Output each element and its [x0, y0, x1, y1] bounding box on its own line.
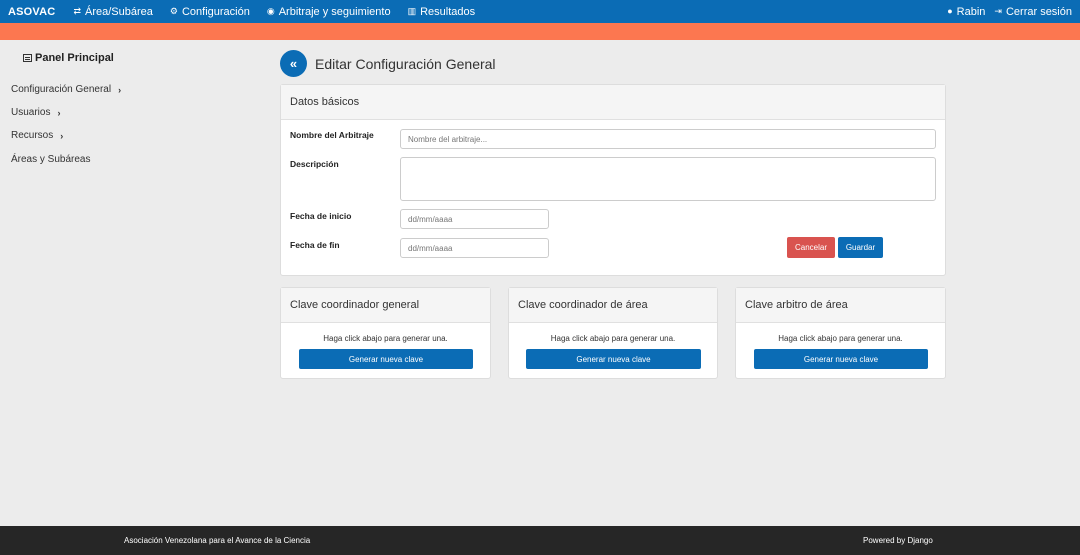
chevron-right-icon: › [118, 84, 122, 95]
user-menu[interactable]: ● Rabin [947, 6, 985, 18]
key-card-arbitro-area: Clave arbitro de área Haga click abajo p… [735, 287, 946, 379]
card-header: Clave arbitro de área [736, 288, 945, 323]
sidebar-item-areas-subareas[interactable]: Áreas y Subáreas [11, 154, 91, 165]
cogs-icon: ⚙ [169, 6, 178, 16]
basic-data-card: Datos básicos Nombre del Arbitraje Nombr… [280, 84, 946, 276]
sidebar-item-label: Áreas y Subáreas [11, 154, 91, 165]
cancel-button[interactable]: Cancelar [787, 237, 835, 258]
save-button[interactable]: Guardar [838, 237, 883, 258]
sidebar-item-usuarios[interactable]: Usuarios › [11, 107, 60, 118]
footer-organization: Asociación Venezolana para el Avance de … [124, 536, 311, 545]
generate-key-button[interactable]: Generar nueva clave [754, 349, 928, 369]
sidebar-item-label: Usuarios [11, 107, 51, 118]
bar-chart-icon: ▥ [407, 6, 417, 16]
key-hint-text: Haga click abajo para generar una. [778, 334, 903, 343]
logout-label: Cerrar sesión [1005, 5, 1072, 18]
key-card-coordinador-area: Clave coordinador de área Haga click aba… [508, 287, 718, 379]
key-card-coordinador-general: Clave coordinador general Haga click aba… [280, 287, 491, 379]
key-hint-text: Haga click abajo para generar una. [323, 334, 448, 343]
user-name: Rabin [956, 5, 986, 18]
description-label: Descripción [290, 159, 339, 169]
chevron-right-icon: › [57, 107, 61, 118]
nav-resultados[interactable]: ▥ Resultados [408, 6, 476, 18]
end-date-input[interactable]: dd/mm/aaaa [400, 238, 549, 258]
brand-link[interactable]: ASOVAC [8, 6, 55, 18]
card-header: Clave coordinador general [281, 288, 490, 323]
accent-bar [0, 23, 1080, 40]
start-date-label: Fecha de inicio [290, 211, 352, 221]
description-textarea[interactable] [400, 157, 936, 201]
user-icon: ● [947, 6, 953, 16]
generate-key-button[interactable]: Generar nueva clave [299, 349, 473, 369]
page-title: Editar Configuración General [315, 56, 496, 72]
nav-configuracion[interactable]: ⚙ Configuración [170, 6, 250, 18]
card-header: Clave coordinador de área [509, 288, 717, 323]
top-navbar: ASOVAC ⇄ Área/Subárea ⚙ Configuración ◉ … [0, 0, 1080, 23]
chevron-right-icon: › [60, 130, 64, 141]
sidebar-item-label: Configuración General [11, 84, 112, 95]
sidebar-item-label: Recursos [11, 130, 54, 141]
nav-resultados-label: Resultados [420, 5, 476, 18]
nav-area-subarea-label: Área/Subárea [85, 5, 153, 18]
double-chevron-left-icon: « [289, 56, 298, 71]
nav-configuracion-label: Configuración [181, 5, 250, 18]
name-input[interactable]: Nombre del arbitraje... [400, 129, 936, 149]
eye-icon: ◉ [266, 6, 275, 16]
sidebar-title: Panel Principal [23, 52, 114, 64]
list-alt-icon [23, 54, 32, 62]
end-date-label: Fecha de fin [290, 240, 340, 250]
card-header: Datos básicos [281, 85, 945, 120]
sidebar-title-label: Panel Principal [35, 52, 114, 64]
footer: Asociación Venezolana para el Avance de … [0, 526, 1080, 555]
sidebar-item-configuracion-general[interactable]: Configuración General › [11, 84, 121, 95]
start-date-input[interactable]: dd/mm/aaaa [400, 209, 549, 229]
navbar-right: ● Rabin ⇥ Cerrar sesión [938, 0, 1072, 23]
exchange-icon: ⇄ [73, 6, 81, 16]
back-button[interactable]: « [280, 50, 307, 77]
sign-out-icon: ⇥ [994, 6, 1002, 16]
sidebar-item-recursos[interactable]: Recursos › [11, 130, 63, 141]
generate-key-button[interactable]: Generar nueva clave [526, 349, 701, 369]
nav-arbitraje[interactable]: ◉ Arbitraje y seguimiento [267, 6, 391, 18]
nav-area-subarea[interactable]: ⇄ Área/Subárea [73, 6, 152, 18]
key-hint-text: Haga click abajo para generar una. [550, 334, 676, 343]
footer-powered-by: Powered by Django [863, 536, 933, 545]
nav-arbitraje-label: Arbitraje y seguimiento [278, 5, 391, 18]
name-label: Nombre del Arbitraje [290, 130, 374, 140]
logout-link[interactable]: ⇥ Cerrar sesión [994, 6, 1072, 18]
